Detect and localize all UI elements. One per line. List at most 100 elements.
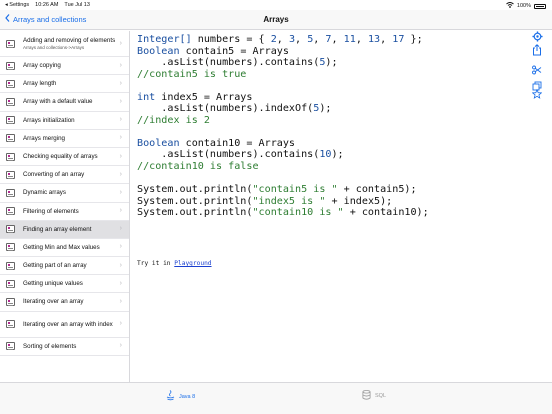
code-token: numbers = { [191,34,271,45]
status-time: 10:26 AM [35,2,59,8]
sidebar-item-filtering[interactable]: Filtering of elements › [0,203,129,221]
sidebar-item-label: Checking equality of arrays [23,152,98,160]
settings-gear-icon[interactable] [530,31,544,45]
sidebar-item-merging[interactable]: Arrays merging › [0,130,129,148]
chevron-right-icon: › [119,79,122,87]
document-icon [6,207,15,216]
document-icon [6,79,15,88]
code-token: }; [404,34,423,45]
java-icon [166,390,175,403]
tab-java[interactable]: Java 8 [166,390,195,403]
right-toolbar [522,31,552,382]
sidebar-item-equality[interactable]: Checking equality of arrays › [0,148,129,167]
sidebar-item-default-value[interactable]: Array with a default value › [0,93,129,112]
chevron-right-icon: › [119,134,122,142]
chevron-right-icon: › [119,61,122,69]
chevron-right-icon: › [119,207,122,215]
document-icon [6,61,15,70]
chevron-right-icon: › [119,152,122,160]
try-prefix: Try it in [137,260,175,267]
code-token: ); [319,103,332,115]
sidebar-item-part[interactable]: Getting part of an array › [0,257,129,276]
scissors-icon[interactable] [530,65,544,79]
sidebar-item-label: Array copying [23,62,61,70]
document-icon [6,39,15,48]
code-token: 5 [307,34,314,45]
code-token: ); [325,57,338,69]
document-icon [6,134,15,143]
code-token: .asList(numbers).indexOf( [137,103,314,115]
sidebar-item-label: Dynamic arrays [23,189,66,197]
document-icon [6,170,15,179]
star-icon[interactable] [530,88,544,103]
sidebar-item-finding[interactable]: Finding an array element › [0,220,129,239]
status-back[interactable]: ◂ Settings [5,2,29,8]
sidebar-item-iterating-index[interactable]: Iterating over an array with index › [0,312,129,338]
document-icon [6,116,15,125]
chevron-right-icon: › [119,261,122,269]
sidebar-item-unique[interactable]: Getting unique values › [0,275,129,294]
document-icon [6,342,15,351]
chevron-right-icon: › [119,170,122,178]
sidebar-item-label: Iterating over an array [23,298,84,306]
code-string: "index5 is " [252,195,326,207]
sidebar-item-sorting[interactable]: Sorting of elements › [0,338,129,356]
sidebar-item-label: Adding and removing of elements [23,36,116,44]
share-icon[interactable] [530,44,544,58]
sidebar-item-array-length[interactable]: Array length › [0,75,129,94]
code-panel: Integer[] numbers = { 2, 3, 5, 7, 11, 13… [131,31,521,382]
sidebar-item-label: Getting part of an array [23,262,87,270]
sidebar-item-label: Getting Min and Max values [23,243,100,251]
document-icon [6,188,15,197]
code-token: Boolean [137,137,180,149]
tab-sql[interactable]: SQL [362,390,386,402]
sidebar-item-label: Array length [23,80,57,88]
document-icon [6,261,15,270]
tab-bar: Java 8 SQL [0,382,552,414]
document-icon [6,243,15,252]
chevron-right-icon: › [119,39,122,47]
document-icon [6,298,15,307]
playground-link[interactable]: Playground [174,260,211,267]
code-token: System.out.println( [137,195,253,207]
sidebar: Adding and removing of elements Arrays a… [0,31,130,382]
code-token: 3 [288,34,296,45]
chevron-right-icon: › [119,342,122,350]
code-token: contain5 = Arrays [179,45,289,57]
document-icon [6,152,15,161]
code-token: + contain10); [343,207,429,219]
code-token: 10 [319,149,332,161]
chevron-right-icon: › [119,116,122,124]
code-token: 2 [270,34,277,45]
chevron-right-icon: › [119,225,122,233]
code-token: ); [331,149,344,161]
code-string: "contain10 is " [252,207,344,219]
sidebar-item-min-max[interactable]: Getting Min and Max values › [0,239,129,258]
chevron-right-icon: › [119,298,122,306]
code-comment: //contain5 is true [137,68,247,80]
code-token: Boolean [137,45,180,57]
sidebar-item-label: Iterating over an array with index [23,320,113,328]
code-comment: //contain10 is false [137,161,259,173]
status-bar: ◂ Settings 10:26 AM Tue Jul 13 100% [0,0,552,10]
sidebar-item-subtitle: Arrays and collections->Arrays [23,45,85,51]
code-token: + index5); [325,195,393,207]
sidebar-item-array-copying[interactable]: Array copying › [0,57,129,76]
sidebar-item-label: Arrays initialization [23,116,75,124]
chevron-right-icon: › [119,97,122,105]
tab-label: Java 8 [179,393,196,400]
sidebar-item-initialization[interactable]: Arrays initialization › [0,112,129,130]
code-token: 17 [392,34,405,45]
sidebar-item-label: Array with a default value [23,98,93,106]
code-block: Integer[] numbers = { 2, 3, 5, 7, 11, 13… [137,34,429,219]
status-date: Tue Jul 13 [64,2,90,8]
code-token: .asList(numbers).contains( [137,149,320,161]
sidebar-item-converting[interactable]: Converting of an array › [0,166,129,185]
wifi-icon [506,2,514,10]
sidebar-item-dynamic[interactable]: Dynamic arrays › [0,184,129,203]
code-token: Integer[] [137,34,192,45]
sidebar-item-iterating[interactable]: Iterating over an array › [0,293,129,312]
sidebar-item-adding-removing[interactable]: Adding and removing of elements Arrays a… [0,31,129,57]
code-comment: //index is 2 [137,114,210,126]
document-icon [6,97,15,106]
